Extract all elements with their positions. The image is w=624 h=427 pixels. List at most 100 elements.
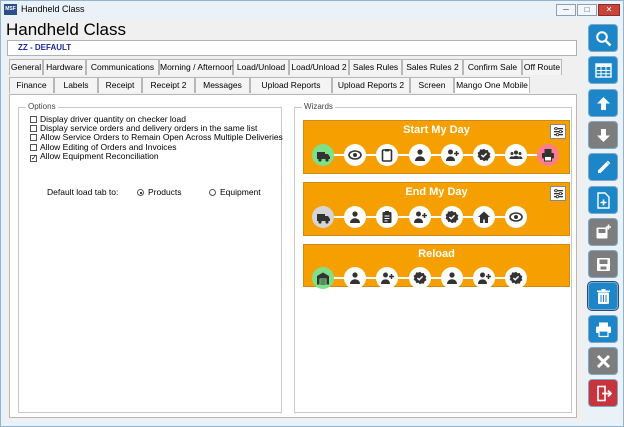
verified-icon [413, 271, 426, 285]
default-load-tab-label: Default load tab to: [47, 187, 119, 197]
table-button[interactable] [588, 56, 618, 85]
tab-screen[interactable]: Screen [410, 77, 454, 93]
wizard-step-group[interactable] [505, 144, 528, 166]
person-add-icon [478, 272, 491, 284]
tab-communications[interactable]: Communications [86, 59, 159, 75]
wizard-step-clipboard[interactable] [376, 144, 399, 166]
tab-load-unload-2[interactable]: Load/Unload 2 [289, 59, 349, 75]
wizard-step-warehouse[interactable] [312, 267, 334, 289]
window-title: Handheld Class [21, 4, 85, 14]
trash-icon [597, 289, 610, 305]
person-icon [350, 272, 361, 284]
edit-wizard-steps-button[interactable] [550, 186, 566, 201]
pencil-button[interactable] [588, 153, 618, 182]
wizard-step-person-add[interactable] [376, 267, 399, 289]
tab-confirm-sale[interactable]: Confirm Sale [463, 59, 522, 75]
wizard-step-verified[interactable] [440, 206, 463, 228]
checkbox[interactable] [30, 134, 37, 142]
clipboard-list-icon [382, 211, 392, 223]
wizard-step-verified[interactable] [505, 267, 528, 289]
arrow-up-icon [597, 96, 610, 110]
class-selector[interactable]: ZZ - DEFAULT [7, 40, 577, 56]
wizard-step-person[interactable] [440, 267, 463, 289]
checkbox[interactable] [30, 143, 37, 151]
option-allow-equipment-reconciliation[interactable]: ✓ Allow Equipment Reconciliation [30, 151, 159, 162]
new-document-icon [597, 191, 610, 209]
arrow-down-icon [597, 128, 610, 142]
tab-receipt[interactable]: Receipt [98, 77, 142, 93]
wizard-step-verified[interactable] [408, 267, 431, 289]
printer-icon [542, 149, 555, 162]
wizard-step-person-add[interactable] [408, 206, 431, 228]
maximize-button[interactable]: □ [577, 4, 597, 16]
arrow-down-button[interactable] [588, 120, 618, 149]
wizard-step-eye[interactable] [344, 144, 367, 166]
radio-equipment-label: Equipment [220, 187, 261, 197]
edit-list-icon [554, 126, 563, 137]
wizard-step-person-add[interactable] [473, 267, 495, 289]
checkbox[interactable] [30, 125, 37, 133]
wizard-step-person[interactable] [344, 267, 367, 289]
wizard-start-my-day[interactable]: Start My Day [303, 120, 570, 174]
wizard-reload[interactable]: Reload [303, 244, 570, 289]
tab-sales-rules-2[interactable]: Sales Rules 2 [402, 59, 463, 75]
tab-labels[interactable]: Labels [54, 77, 98, 93]
tab-upload-reports-2[interactable]: Upload Reports 2 [332, 77, 410, 93]
tab-upload-reports[interactable]: Upload Reports [250, 77, 332, 93]
wizard-step-person[interactable] [408, 144, 431, 166]
tab-sales-rules[interactable]: Sales Rules [349, 59, 402, 75]
exit-button[interactable] [588, 379, 618, 408]
trash-button[interactable] [587, 281, 619, 312]
options-group: Options Display driver quantity on check… [18, 102, 283, 413]
exit-icon [597, 385, 612, 402]
wizard-step-person[interactable] [344, 206, 367, 228]
wizard-step-verified[interactable] [473, 144, 495, 166]
tab-mango-one-mobile[interactable]: Mango One Mobile [454, 77, 530, 93]
checkbox[interactable]: ✓ [30, 154, 37, 162]
radio-products-label: Products [148, 187, 182, 197]
wizard-step-truck[interactable] [312, 206, 334, 228]
wizard-step-person-add[interactable] [440, 144, 463, 166]
person-icon [414, 149, 425, 161]
radio-equipment-indicator[interactable] [209, 189, 216, 196]
class-name: ZZ - DEFAULT [18, 43, 72, 52]
close-icon [596, 354, 611, 369]
wizard-step-truck[interactable] [312, 144, 334, 166]
wizard-end-my-day[interactable]: End My Day [303, 182, 570, 236]
minimize-button[interactable]: ─ [556, 4, 576, 16]
home-icon [478, 211, 490, 223]
tab-morning-afternoon[interactable]: Morning / Afternoon [159, 59, 234, 75]
tab-finance[interactable]: Finance [9, 77, 54, 93]
arrow-up-button[interactable] [588, 88, 618, 117]
tab-messages[interactable]: Messages [195, 77, 250, 93]
add-save-button[interactable] [588, 217, 618, 246]
tab-general[interactable]: General [9, 59, 43, 75]
clipboard-icon [382, 149, 393, 162]
edit-wizard-steps-button[interactable] [550, 124, 566, 139]
tab-off-route[interactable]: Off Route [522, 59, 562, 75]
search-button[interactable] [588, 24, 618, 52]
tab-hardware[interactable]: Hardware [43, 59, 86, 75]
close-button[interactable] [588, 347, 618, 375]
table-icon [595, 63, 612, 78]
checkbox[interactable] [30, 116, 37, 123]
verified-icon [477, 148, 491, 162]
wizard-title: Reload [418, 248, 455, 260]
tab-panel: Options Display driver quantity on check… [9, 94, 577, 418]
wizard-step-clipboard-list[interactable] [376, 206, 399, 228]
tab-receipt-2[interactable]: Receipt 2 [142, 77, 195, 93]
radio-products-indicator[interactable] [137, 189, 144, 196]
radio-products[interactable]: Products [137, 187, 182, 197]
verified-icon [509, 271, 523, 285]
radio-equipment[interactable]: Equipment [209, 187, 261, 197]
new-document-button[interactable] [588, 185, 618, 214]
wizard-step-printer[interactable] [537, 144, 560, 166]
printer-button[interactable] [588, 314, 618, 343]
truck-icon [317, 152, 330, 162]
close-window-button[interactable]: ✕ [598, 4, 620, 16]
add-save-icon [596, 224, 611, 239]
wizard-step-eye[interactable] [505, 206, 528, 228]
wizard-step-home[interactable] [473, 206, 495, 228]
tab-load-unload[interactable]: Load/Unload [233, 59, 289, 75]
save-button[interactable] [588, 250, 618, 279]
